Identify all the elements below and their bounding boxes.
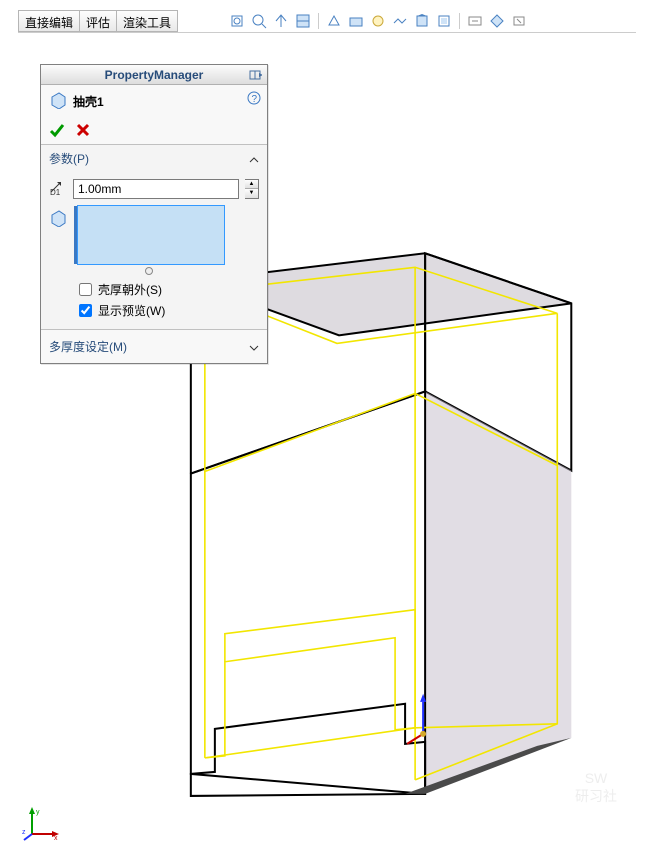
section-multi-thickness-title: 多厚度设定(M) xyxy=(49,338,127,355)
edit-appearance-icon[interactable] xyxy=(391,12,409,30)
help-icon[interactable]: ? xyxy=(247,91,261,105)
shell-feature-icon xyxy=(49,91,67,112)
view-toolbar xyxy=(228,10,528,32)
axis-triad-icon[interactable]: y x z xyxy=(22,804,62,844)
apply-scene-icon[interactable] xyxy=(413,12,431,30)
property-manager-panel: PropertyManager 抽壳1 ? 参数(P) xyxy=(40,64,268,364)
show-preview-input[interactable] xyxy=(79,304,92,317)
display-style-icon[interactable] xyxy=(347,12,365,30)
faces-selection-box[interactable] xyxy=(77,205,225,265)
tab-evaluate[interactable]: 评估 xyxy=(79,10,117,32)
shell-outward-label: 壳厚朝外(S) xyxy=(98,281,162,298)
pin-icon[interactable] xyxy=(247,67,263,83)
pm-feature-row: 抽壳1 ? xyxy=(41,85,267,118)
show-preview-checkbox[interactable]: 显示预览(W) xyxy=(79,302,259,319)
svg-text:z: z xyxy=(22,829,26,836)
thickness-input[interactable] xyxy=(73,179,239,199)
thickness-icon: D1 xyxy=(49,178,67,199)
watermark: SW 研习社 xyxy=(566,758,626,818)
zoom-fit-icon[interactable] xyxy=(228,12,246,30)
shell-outward-input[interactable] xyxy=(79,283,92,296)
view-settings-icon[interactable] xyxy=(435,12,453,30)
expand-icon[interactable] xyxy=(466,12,484,30)
feature-name: 抽壳1 xyxy=(73,93,104,110)
section-icon[interactable] xyxy=(294,12,312,30)
close-panel-icon[interactable] xyxy=(510,12,528,30)
svg-text:x: x xyxy=(54,835,58,842)
chevron-up-icon xyxy=(249,154,259,164)
watermark-line1: SW xyxy=(585,770,608,786)
command-tabs: 直接编辑 评估 渲染工具 xyxy=(18,10,177,32)
prev-view-icon[interactable] xyxy=(272,12,290,30)
hide-show-icon[interactable] xyxy=(369,12,387,30)
section-parameters-header[interactable]: 参数(P) xyxy=(41,145,267,172)
view-orient-icon[interactable] xyxy=(325,12,343,30)
section-multi-thickness-header[interactable]: 多厚度设定(M) xyxy=(41,329,267,363)
zoom-area-icon[interactable] xyxy=(250,12,268,30)
tab-render-tools[interactable]: 渲染工具 xyxy=(116,10,178,32)
tab-direct-edit[interactable]: 直接编辑 xyxy=(18,10,80,32)
spinner-down-icon[interactable]: ▼ xyxy=(245,189,258,198)
watermark-line2: 研习社 xyxy=(575,786,617,806)
toolbar-divider xyxy=(459,13,460,29)
shell-outward-checkbox[interactable]: 壳厚朝外(S) xyxy=(79,281,259,298)
thickness-spinner[interactable]: ▲ ▼ xyxy=(245,179,259,199)
show-preview-label: 显示预览(W) xyxy=(98,302,165,319)
svg-text:y: y xyxy=(36,809,40,816)
resize-handle-icon[interactable] xyxy=(145,267,153,275)
ok-icon[interactable] xyxy=(49,122,65,138)
pm-header: PropertyManager xyxy=(41,65,267,85)
section-parameters: 参数(P) D1 ▲ ▼ xyxy=(41,144,267,329)
pm-actions xyxy=(41,118,267,144)
shaded-icon[interactable] xyxy=(488,12,506,30)
pm-title: PropertyManager xyxy=(105,68,204,82)
spinner-up-icon[interactable]: ▲ xyxy=(245,180,258,190)
svg-text:D1: D1 xyxy=(50,188,61,196)
faces-icon xyxy=(49,209,67,230)
section-parameters-title: 参数(P) xyxy=(49,150,89,167)
chevron-down-icon xyxy=(249,342,259,352)
svg-text:?: ? xyxy=(252,94,258,105)
cancel-icon[interactable] xyxy=(75,122,91,138)
toolbar-divider xyxy=(318,13,319,29)
